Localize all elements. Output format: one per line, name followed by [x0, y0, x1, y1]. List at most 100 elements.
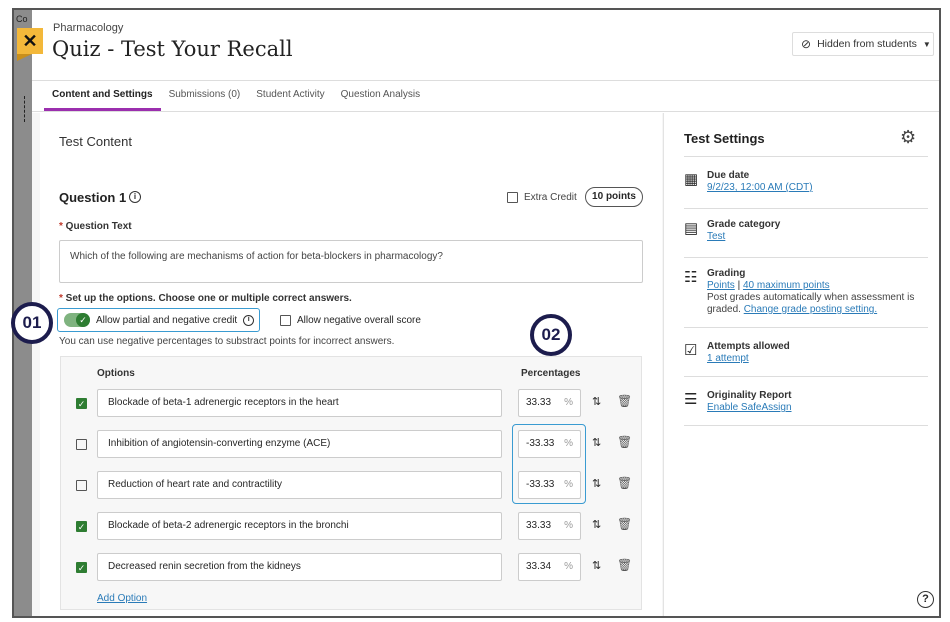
document-icon: ▤ [684, 220, 699, 237]
visibility-dropdown[interactable]: ⊘ Hidden from students ▼ [792, 32, 934, 56]
percentage-value: 33.34 [526, 561, 552, 572]
option-row: ✓ Blockade of beta-2 adrenergic receptor… [60, 512, 642, 542]
max-points-link[interactable]: 40 maximum points [743, 280, 830, 291]
question-title: Question 1 [59, 190, 127, 205]
attempts-link[interactable]: 1 attempt [707, 353, 928, 365]
add-option-link[interactable]: Add Option [97, 593, 147, 604]
report-icon: ☰ [684, 391, 698, 408]
tab-bar: Content and Settings Submissions (0) Stu… [32, 80, 939, 112]
option-row: ✓ Decreased renin secretion from the kid… [60, 553, 642, 583]
close-button[interactable]: ✕ [17, 28, 43, 61]
partial-credit-label: Allow partial and negative credit [96, 314, 238, 326]
background-element [24, 96, 30, 122]
tab-submissions[interactable]: Submissions (0) [161, 81, 249, 111]
percent-sign: % [564, 397, 573, 408]
setting-grade-category: ▤ Grade category Test [684, 219, 928, 258]
tab-question-analysis[interactable]: Question Analysis [333, 81, 429, 111]
question-text-input[interactable]: Which of the following are mechanisms of… [59, 240, 643, 283]
info-icon[interactable]: i [243, 314, 255, 326]
safeassign-link[interactable]: Enable SafeAssign [707, 402, 928, 414]
help-icon[interactable]: ? [917, 591, 934, 608]
option-row: ✓ Blockade of beta-1 adrenergic receptor… [60, 389, 642, 419]
highlight-box [512, 424, 586, 504]
trash-icon[interactable]: 🗑 [617, 394, 632, 408]
partial-credit-toggle[interactable]: ✓ Allow partial and negative credit i [57, 308, 260, 332]
percentage-input[interactable]: 33.34% [518, 553, 581, 581]
due-date-label: Due date [707, 170, 750, 181]
setting-grading: ☷ Grading Points | 40 maximum points Post g… [684, 268, 928, 328]
visibility-label: Hidden from students [817, 38, 917, 50]
breadcrumb[interactable]: Pharmacology [53, 22, 123, 34]
reorder-icon[interactable]: ⇅ [592, 518, 601, 531]
trash-icon[interactable]: 🗑 [617, 476, 632, 490]
close-icon: ✕ [22, 30, 38, 51]
background-text: Co [16, 14, 28, 24]
grading-icon: ☷ [684, 269, 698, 286]
percent-sign: % [564, 520, 573, 531]
correct-checkbox[interactable]: ✓ [76, 521, 87, 532]
check-icon: ✓ [76, 313, 90, 327]
trash-icon[interactable]: 🗑 [617, 517, 632, 531]
reorder-icon[interactable]: ⇅ [592, 436, 601, 449]
reorder-icon[interactable]: ⇅ [592, 559, 601, 572]
due-date-link[interactable]: 9/2/23, 12:00 AM (CDT) [707, 182, 928, 194]
callout-02: 02 [530, 314, 572, 356]
percentages-header: Percentages [521, 368, 581, 379]
question-text-label: Question Text [65, 221, 132, 232]
percentage-input[interactable]: 33.33% [518, 512, 581, 540]
grade-category-label: Grade category [707, 219, 781, 230]
attempts-label: Attempts allowed [707, 341, 790, 352]
setup-label: Set up the options. Choose one or multip… [65, 293, 352, 304]
callout-01: 01 [11, 302, 53, 344]
points-badge[interactable]: 10 points [585, 187, 643, 207]
grading-label: Grading [707, 268, 746, 279]
correct-checkbox[interactable]: ✓ [76, 398, 87, 409]
checkbox[interactable] [507, 192, 518, 203]
page-title: Quiz - Test Your Recall [52, 37, 293, 61]
gear-icon[interactable]: ⚙ [900, 127, 916, 148]
chevron-down-icon: ▼ [922, 39, 931, 49]
percentage-value: 33.33 [526, 520, 552, 531]
correct-checkbox[interactable] [76, 480, 87, 491]
tab-student-activity[interactable]: Student Activity [248, 81, 332, 111]
option-text-input[interactable]: Inhibition of angiotensin-converting enz… [97, 430, 502, 458]
reorder-icon[interactable]: ⇅ [592, 395, 601, 408]
tab-content-settings[interactable]: Content and Settings [44, 81, 161, 111]
hint-text: You can use negative percentages to subs… [59, 336, 395, 347]
option-text-input[interactable]: Reduction of heart rate and contractilit… [97, 471, 502, 499]
extra-credit-checkbox[interactable]: Extra Credit [507, 192, 577, 203]
change-posting-link[interactable]: Change grade posting setting. [744, 304, 877, 315]
calendar-icon: ▦ [684, 171, 699, 188]
options-header: Options [97, 368, 135, 379]
negative-score-checkbox[interactable]: Allow negative overall score [280, 315, 421, 326]
setting-due-date: ▦ Due date 9/2/23, 12:00 AM (CDT) [684, 170, 928, 209]
percentage-input[interactable]: 33.33% [518, 389, 581, 417]
section-heading: Test Content [59, 134, 132, 149]
option-text-input[interactable]: Blockade of beta-1 adrenergic receptors … [97, 389, 502, 417]
option-text-input[interactable]: Decreased renin secretion from the kidne… [97, 553, 502, 581]
correct-checkbox[interactable]: ✓ [76, 562, 87, 573]
setting-attempts: ☑ Attempts allowed 1 attempt [684, 341, 928, 377]
extra-credit-label: Extra Credit [524, 192, 577, 203]
info-icon[interactable]: i [129, 191, 141, 203]
percent-sign: % [564, 561, 573, 572]
trash-icon[interactable]: 🗑 [617, 558, 632, 572]
grade-category-link[interactable]: Test [707, 231, 928, 243]
setting-originality: ☰ Originality Report Enable SafeAssign [684, 390, 928, 426]
toggle-switch[interactable]: ✓ [64, 313, 90, 327]
settings-title: Test Settings [684, 131, 765, 146]
points-link[interactable]: Points [707, 280, 735, 291]
divider [684, 156, 928, 157]
negative-score-label: Allow negative overall score [297, 315, 421, 326]
separator: | [737, 280, 741, 291]
trash-icon[interactable]: 🗑 [617, 435, 632, 449]
option-text-input[interactable]: Blockade of beta-2 adrenergic receptors … [97, 512, 502, 540]
checkbox-icon: ☑ [684, 342, 698, 359]
correct-checkbox[interactable] [76, 439, 87, 450]
required-asterisk: * [59, 221, 66, 232]
reorder-icon[interactable]: ⇅ [592, 477, 601, 490]
eye-slash-icon: ⊘ [801, 37, 812, 51]
checkbox[interactable] [280, 315, 291, 326]
originality-label: Originality Report [707, 390, 792, 401]
required-asterisk: * [59, 293, 66, 304]
